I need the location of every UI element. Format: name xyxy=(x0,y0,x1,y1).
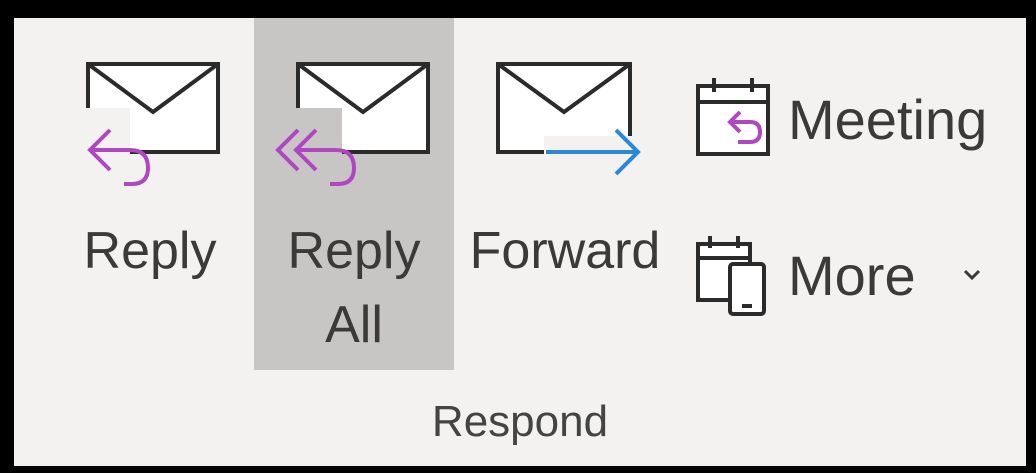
forward-icon xyxy=(496,62,668,180)
reply-all-icon xyxy=(264,62,430,190)
respond-group: Reply Reply All Forward Meeting More Res… xyxy=(14,18,1026,466)
more-button[interactable]: More xyxy=(692,222,992,332)
chevron-down-icon xyxy=(963,269,981,281)
reply-label: Reply xyxy=(83,222,217,280)
reply-all-label-line1: Reply xyxy=(287,222,421,280)
respond-group-label: Respond xyxy=(431,397,609,446)
meeting-label: Meeting xyxy=(788,88,988,151)
forward-label: Forward xyxy=(469,222,661,280)
reply-all-label-line2: All xyxy=(325,296,383,354)
forward-button[interactable]: Forward xyxy=(460,18,670,370)
more-label: More xyxy=(788,244,916,307)
reply-icon xyxy=(70,62,220,188)
reply-all-button[interactable]: Reply All xyxy=(254,18,454,370)
more-calendar-device-icon xyxy=(696,236,766,316)
reply-all-label: Reply All xyxy=(254,214,454,362)
reply-button[interactable]: Reply xyxy=(70,18,230,370)
meeting-reply-icon xyxy=(696,78,770,156)
meeting-button[interactable]: Meeting xyxy=(692,66,1012,176)
